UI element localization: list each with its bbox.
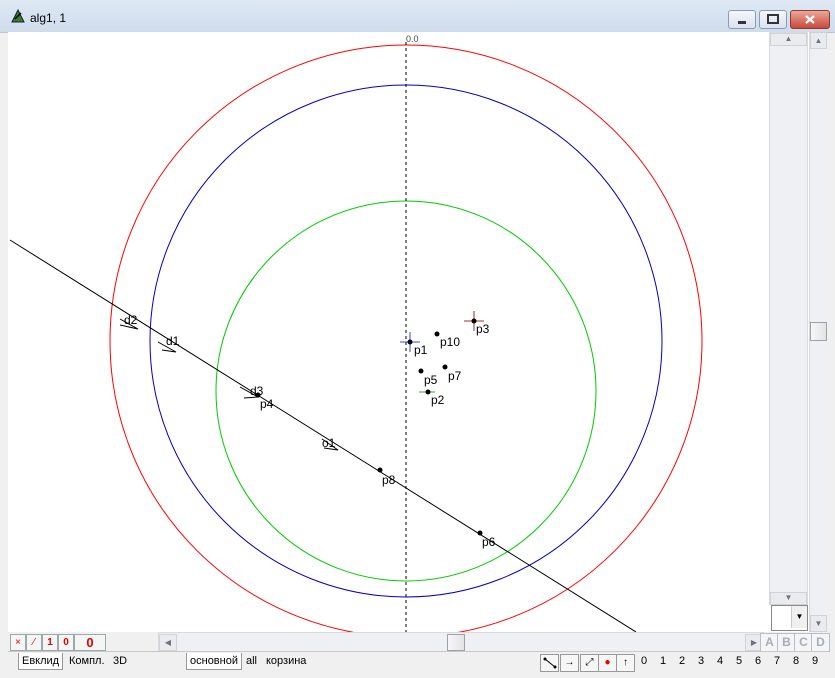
tab-complex[interactable]: Компл. xyxy=(66,653,108,669)
triangle-left-icon: ◀ xyxy=(164,638,172,647)
axis-label: 0.0 xyxy=(406,34,419,44)
right-vertical-scrollbar[interactable]: ▲ ▼ xyxy=(809,32,827,632)
close-button[interactable] xyxy=(790,10,830,29)
geometry-drawing[interactable]: 0.0 d2 d1 d3 o1 p1 p10 p3 p5 p7 p2 p4 p8… xyxy=(8,32,767,632)
arrow-right-tool-button[interactable]: → xyxy=(560,654,579,672)
right-scroll-up-button[interactable]: ▲ xyxy=(810,32,827,49)
point-p2[interactable] xyxy=(425,389,431,395)
marker-d1[interactable]: d1 xyxy=(166,334,180,348)
point-label-p8: p8 xyxy=(382,473,396,487)
zero-button[interactable]: 0 xyxy=(58,634,74,651)
point-label-p5: p5 xyxy=(424,373,438,387)
scroll-up-button[interactable]: ▲ xyxy=(770,33,807,46)
minimize-button[interactable] xyxy=(728,10,756,29)
digit-5-button[interactable]: 5 xyxy=(733,655,745,667)
point-label-p6: p6 xyxy=(482,535,496,549)
tab-bar: Евклид Компл. 3D основной all корзина → … xyxy=(8,651,827,672)
tab-trash[interactable]: корзина xyxy=(263,653,310,669)
horizontal-scrollbar[interactable]: ◀ ▶ xyxy=(158,632,764,653)
tab-all[interactable]: all xyxy=(243,653,261,669)
vertical-scroll-panel: ▲ ▼ ▼ ▲ ▼ xyxy=(767,32,827,632)
record-dot-icon: ● xyxy=(604,657,611,668)
right-scroll-down-button[interactable]: ▼ xyxy=(810,615,827,632)
slash-icon: ⁄ xyxy=(33,637,35,648)
triangle-down-icon: ▼ xyxy=(784,593,793,602)
digit-0-button[interactable]: 0 xyxy=(638,655,650,667)
digit-7-button[interactable]: 7 xyxy=(771,655,783,667)
point-p7[interactable] xyxy=(442,364,448,370)
middle-circle[interactable] xyxy=(149,84,663,598)
one-button[interactable]: 1 xyxy=(42,634,58,651)
scroll-down-button[interactable]: ▼ xyxy=(770,592,807,605)
digit-1-button[interactable]: 1 xyxy=(657,655,669,667)
digit-8-button[interactable]: 8 xyxy=(790,655,802,667)
marker-d2[interactable]: d2 xyxy=(124,313,138,327)
bottom-toolbar: × ⁄ 1 0 0 ◀ ▶ A B C D xyxy=(8,632,830,653)
digit-2-button[interactable]: 2 xyxy=(676,655,688,667)
maximize-icon xyxy=(767,14,779,24)
point-label-p4: p4 xyxy=(260,397,274,411)
scroll-left-button[interactable]: ◀ xyxy=(159,634,177,651)
chevron-down-icon: ▼ xyxy=(795,612,804,621)
counter-display: 0 xyxy=(74,634,106,651)
triangle-down-icon: ▼ xyxy=(814,619,823,628)
button-d[interactable]: D xyxy=(811,633,830,652)
left-vertical-scrollbar[interactable]: ▲ ▼ xyxy=(769,32,808,605)
close-icon xyxy=(805,15,815,24)
point-label-p2: p2 xyxy=(431,393,445,407)
diagonal-arrow-tool-button[interactable]: ⤢ xyxy=(580,654,599,672)
one-label: 1 xyxy=(47,637,53,648)
window-title: alg1, 1 xyxy=(30,11,67,25)
zero-label: 0 xyxy=(63,637,69,648)
triangle-up-icon: ▲ xyxy=(784,34,793,43)
marker-o1[interactable]: o1 xyxy=(322,436,336,450)
clear-button[interactable]: × xyxy=(10,634,26,651)
clear-icon: × xyxy=(15,637,21,648)
triangle-up-icon: ▲ xyxy=(814,36,823,45)
combo-dropdown-button[interactable]: ▼ xyxy=(791,606,807,628)
segment-icon xyxy=(543,657,556,669)
point-p1[interactable] xyxy=(407,339,413,345)
maximize-button[interactable] xyxy=(759,10,787,29)
title-bar: alg1, 1 xyxy=(0,0,835,33)
record-button[interactable]: ● xyxy=(598,654,617,672)
point-p8[interactable] xyxy=(377,467,383,473)
digit-9-button[interactable]: 9 xyxy=(809,655,821,667)
digit-4-button[interactable]: 4 xyxy=(714,655,726,667)
tab-main[interactable]: основной xyxy=(186,653,242,670)
point-label-p10: p10 xyxy=(440,335,460,349)
button-d-label: D xyxy=(816,635,825,649)
horizontal-scroll-thumb[interactable] xyxy=(447,634,465,651)
vscroll-combo[interactable]: ▼ xyxy=(771,605,808,631)
triangle-right-icon: ▶ xyxy=(750,638,758,647)
point-p10[interactable] xyxy=(434,331,440,337)
digit-6-button[interactable]: 6 xyxy=(752,655,764,667)
point-label-p3: p3 xyxy=(476,322,490,336)
minimize-icon xyxy=(738,21,746,24)
vertical-scroll-thumb[interactable] xyxy=(810,322,827,341)
arrow-up-button[interactable]: ↑ xyxy=(616,654,635,672)
digit-3-button[interactable]: 3 xyxy=(695,655,707,667)
point-label-p1: p1 xyxy=(414,343,428,357)
point-label-p7: p7 xyxy=(448,369,462,383)
arrow-up-icon: ↑ xyxy=(623,657,628,668)
arrow-right-icon: → xyxy=(564,657,575,668)
point-p5[interactable] xyxy=(418,368,424,374)
button-b-label: B xyxy=(782,635,791,649)
button-a-label: A xyxy=(765,635,774,649)
slash-button[interactable]: ⁄ xyxy=(26,634,42,651)
tab-3d[interactable]: 3D xyxy=(110,653,131,669)
button-c-label: C xyxy=(799,635,808,649)
counter-value: 0 xyxy=(86,635,94,650)
diagonal-arrow-icon: ⤢ xyxy=(585,657,594,668)
application-window: alg1, 1 0.0 d2 d1 d3 o1 p1 p10 p3 p5 p7 … xyxy=(0,0,835,678)
tab-euclid[interactable]: Евклид xyxy=(18,653,64,670)
app-icon xyxy=(11,8,25,23)
drawing-canvas[interactable]: 0.0 d2 d1 d3 o1 p1 p10 p3 p5 p7 p2 p4 p8… xyxy=(8,32,767,632)
segment-tool-button[interactable] xyxy=(540,654,559,672)
